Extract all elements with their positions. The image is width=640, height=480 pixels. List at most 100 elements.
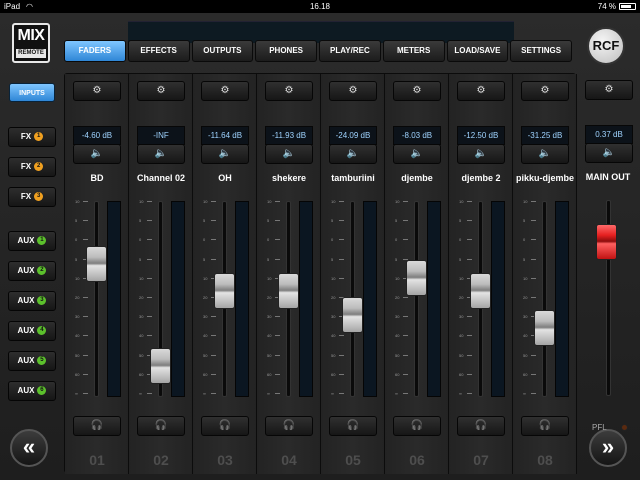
channel-settings-button[interactable]: ⚙ (265, 81, 313, 101)
headphones-icon: 🎧 (154, 420, 168, 431)
fader-knob[interactable] (278, 273, 299, 309)
channel-mute-button[interactable]: 🔈 (329, 144, 377, 164)
fader-knob[interactable] (470, 273, 491, 309)
channel-pfl-button[interactable]: 🎧 (521, 416, 569, 436)
channel-db-readout: -11.93 dB (265, 126, 313, 145)
main-out-mute-button[interactable]: 🔈 (585, 143, 633, 163)
fx-3-button[interactable]: FX 3 (8, 187, 56, 207)
gear-icon: ⚙ (412, 85, 422, 96)
aux-label: AUX (17, 356, 35, 365)
channel-number: 03 (217, 452, 233, 468)
fx-number-badge: 3 (34, 192, 44, 202)
channel-mute-button[interactable]: 🔈 (201, 144, 249, 164)
fx-1-button[interactable]: FX 1 (8, 127, 56, 147)
rcf-brand-button[interactable]: RCF (587, 27, 625, 65)
speaker-mute-icon: 🔈 (90, 148, 104, 159)
channel-pfl-button[interactable]: 🎧 (457, 416, 505, 436)
level-meter (235, 201, 249, 397)
channel-db-readout: -12.50 dB (457, 126, 505, 145)
aux-4-button[interactable]: AUX 4 (8, 321, 56, 341)
channel-db-readout: -31.25 dB (521, 126, 569, 145)
fader-knob[interactable] (406, 260, 427, 296)
channel-strip: ⚙ -11.64 dB 🔈 OH 10 5 0 5 10 20 30 40 50 60 ∞ 🎧 03 (193, 74, 257, 474)
channel-number: 04 (281, 452, 297, 468)
channel-mute-button[interactable]: 🔈 (521, 144, 569, 164)
channel-mute-button[interactable]: 🔈 (73, 144, 121, 164)
channel-mute-button[interactable]: 🔈 (137, 144, 185, 164)
aux-label: AUX (17, 266, 35, 275)
aux-5-button[interactable]: AUX 5 (8, 351, 56, 371)
aux-label: AUX (17, 386, 35, 395)
speaker-mute-icon: 🔈 (410, 148, 424, 159)
channel-number: 08 (537, 452, 553, 468)
aux-number-badge: 5 (37, 356, 47, 366)
inputs-button[interactable]: INPUTS (9, 83, 55, 102)
level-meter (171, 201, 185, 397)
channel-pfl-button[interactable]: 🎧 (137, 416, 185, 436)
fader-knob[interactable] (214, 273, 235, 309)
aux-6-button[interactable]: AUX 6 (8, 381, 56, 401)
tab-effects[interactable]: EFFECTS (127, 40, 190, 62)
tab-phones[interactable]: PHONES (255, 40, 317, 62)
speaker-mute-icon: 🔈 (218, 148, 232, 159)
level-meter (427, 201, 441, 397)
channel-pfl-button[interactable]: 🎧 (73, 416, 121, 436)
fader-scale: 10 5 0 5 10 20 30 40 50 60 ∞ (395, 199, 408, 397)
channel-settings-button[interactable]: ⚙ (393, 81, 441, 101)
channel-settings-button[interactable]: ⚙ (201, 81, 249, 101)
level-meter (107, 201, 121, 397)
channel-mute-button[interactable]: 🔈 (457, 144, 505, 164)
channel-pfl-button[interactable]: 🎧 (201, 416, 249, 436)
tab-meters[interactable]: METERS (382, 40, 445, 62)
aux-label: AUX (17, 236, 35, 245)
speaker-mute-icon: 🔈 (602, 147, 616, 158)
prev-page-button[interactable]: « (10, 429, 48, 467)
main-out-settings-button[interactable]: ⚙ (585, 80, 633, 100)
aux-1-button[interactable]: AUX 1 (8, 231, 56, 251)
channel-settings-button[interactable]: ⚙ (137, 81, 185, 101)
fader-knob[interactable] (150, 348, 171, 384)
fader-knob[interactable] (534, 310, 555, 346)
fx-2-button[interactable]: FX 2 (8, 157, 56, 177)
fader-scale: 10 5 0 5 10 20 30 40 50 60 ∞ (139, 199, 152, 397)
aux-3-button[interactable]: AUX 3 (8, 291, 56, 311)
level-meter (491, 201, 505, 397)
channel-mute-button[interactable]: 🔈 (393, 144, 441, 164)
gear-icon: ⚙ (604, 84, 614, 95)
level-meter (555, 201, 569, 397)
channel-pfl-button[interactable]: 🎧 (329, 416, 377, 436)
tab-load-save[interactable]: LOAD/SAVE (446, 40, 509, 62)
tab-play-rec[interactable]: PLAY/REC (319, 40, 381, 62)
tab-outputs[interactable]: OUTPUTS (191, 40, 254, 62)
channel-settings-button[interactable]: ⚙ (329, 81, 377, 101)
fader-track[interactable] (414, 201, 419, 397)
tab-faders[interactable]: FADERS (64, 40, 126, 62)
channel-settings-button[interactable]: ⚙ (457, 81, 505, 101)
channel-mute-button[interactable]: 🔈 (265, 144, 313, 164)
fader-scale: 10 5 0 5 10 20 30 40 50 60 ∞ (267, 199, 280, 397)
channel-settings-button[interactable]: ⚙ (73, 81, 121, 101)
channel-name: pikku-djembe (515, 173, 574, 183)
channel-name: OH (218, 173, 232, 183)
gear-icon: ⚙ (284, 85, 294, 96)
aux-number-badge: 6 (37, 386, 47, 396)
channel-pfl-button[interactable]: 🎧 (265, 416, 313, 436)
fader-knob[interactable] (86, 246, 107, 282)
fader-track[interactable] (94, 201, 99, 397)
speaker-mute-icon: 🔈 (282, 148, 296, 159)
channel-number: 05 (345, 452, 361, 468)
mix-remote-logo: MIX REMOTE (12, 23, 50, 63)
main-out-fader-knob[interactable] (596, 224, 617, 260)
aux-2-button[interactable]: AUX 2 (8, 261, 56, 281)
channel-pfl-button[interactable]: 🎧 (393, 416, 441, 436)
headphones-icon: 🎧 (538, 420, 552, 431)
channel-db-readout: -INF (137, 126, 185, 145)
tab-settings[interactable]: SETTINGS (510, 40, 572, 62)
fader-knob[interactable] (342, 297, 363, 333)
logo-text: MIX (17, 27, 45, 44)
fader-track[interactable] (542, 201, 547, 397)
fader-scale: 10 5 0 5 10 20 30 40 50 60 ∞ (203, 199, 216, 397)
channel-strip: ⚙ -24.09 dB 🔈 tamburiini 10 5 0 5 10 20 30 40 50 60 ∞ 🎧… (321, 74, 385, 474)
main-tabs: FADERS EFFECTS OUTPUTS PHONES PLAY/REC METERS… (64, 40, 574, 62)
channel-settings-button[interactable]: ⚙ (521, 81, 569, 101)
